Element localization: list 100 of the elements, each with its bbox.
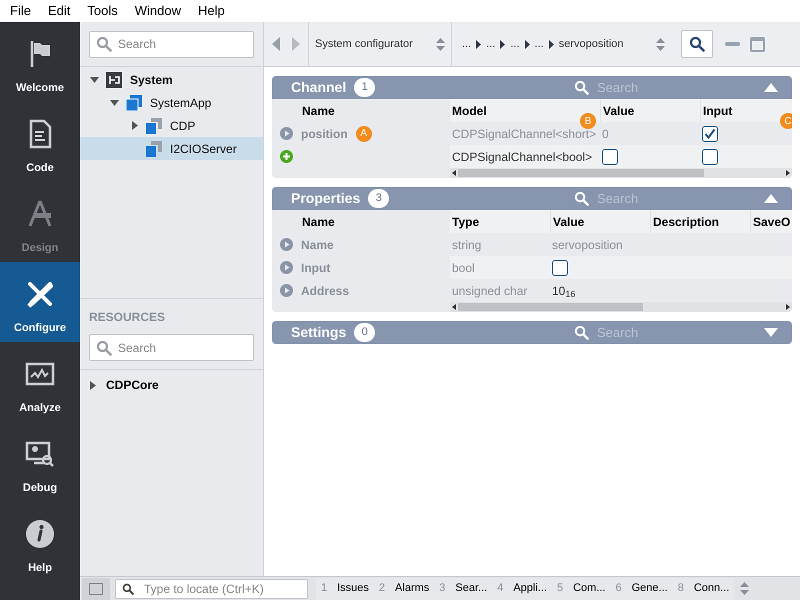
locate-field[interactable]: Type to locate (Ctrl+K) bbox=[115, 578, 308, 598]
menu-item[interactable]: Tools bbox=[87, 1, 118, 21]
back-arrow-icon[interactable] bbox=[272, 37, 280, 51]
sidebar-item[interactable]: Code bbox=[0, 102, 80, 182]
output-tab[interactable]: 5 Com... bbox=[552, 578, 610, 600]
output-tab[interactable]: 2 Alarms bbox=[374, 578, 434, 600]
expand-arrow-icon[interactable] bbox=[764, 328, 778, 337]
sidebar-item[interactable]: Help bbox=[0, 502, 80, 582]
row-name: position bbox=[301, 126, 348, 142]
tree-item[interactable]: CDP bbox=[80, 114, 263, 137]
panel-toggle-icon[interactable] bbox=[82, 578, 110, 600]
checkbox[interactable] bbox=[702, 148, 718, 164]
annotation-badge: A bbox=[356, 126, 372, 142]
breadcrumb-item[interactable]: servoposition bbox=[558, 36, 624, 52]
breadcrumb-separator-icon bbox=[476, 40, 482, 48]
expand-caret-icon[interactable] bbox=[90, 75, 98, 84]
menu-item[interactable]: Help bbox=[198, 1, 225, 21]
cell-text: unsigned char bbox=[452, 282, 528, 300]
component-icon bbox=[146, 140, 162, 156]
scroll-right-arrow-icon[interactable] bbox=[784, 303, 792, 311]
output-tab[interactable]: 6 Gene... bbox=[610, 578, 673, 600]
up-down-arrows-icon[interactable] bbox=[436, 38, 445, 50]
menu-item[interactable]: Window bbox=[134, 1, 181, 21]
forward-arrow-icon[interactable] bbox=[292, 37, 300, 51]
count-badge: 0 bbox=[354, 323, 376, 342]
search-field[interactable]: Search bbox=[89, 30, 254, 58]
search-icon bbox=[689, 36, 705, 52]
tree-item-label: SystemApp bbox=[150, 94, 212, 112]
breadcrumb-item[interactable]: ... bbox=[486, 36, 496, 52]
tree-item[interactable]: System bbox=[80, 68, 263, 91]
collapse-arrow-icon[interactable] bbox=[764, 194, 778, 203]
search-button[interactable] bbox=[681, 30, 713, 58]
maximize-icon[interactable] bbox=[750, 36, 765, 52]
app-icon bbox=[126, 94, 142, 110]
column-header[interactable]: Value bbox=[550, 210, 650, 233]
annotation-badge: B bbox=[580, 113, 596, 129]
expand-caret-icon[interactable] bbox=[110, 98, 118, 107]
scroll-right-arrow-icon[interactable] bbox=[784, 169, 792, 177]
tree-item[interactable]: SystemApp bbox=[80, 91, 263, 114]
play-icon[interactable] bbox=[280, 127, 293, 140]
column-header[interactable]: Type bbox=[450, 210, 550, 233]
breadcrumb-separator-icon bbox=[500, 40, 506, 48]
tree-item-label: System bbox=[130, 72, 173, 88]
row-name: Address bbox=[301, 282, 350, 300]
column-header[interactable]: Name bbox=[272, 210, 450, 233]
add-icon[interactable] bbox=[280, 150, 293, 163]
horizontal-scrollbar[interactable] bbox=[450, 168, 792, 178]
cell-text: 0 bbox=[602, 126, 609, 142]
sidebar-item[interactable]: Welcome bbox=[0, 22, 80, 102]
panel-title: Properties bbox=[291, 189, 360, 208]
sidebar-item[interactable]: Debug bbox=[0, 422, 80, 502]
output-tab[interactable]: 4 Appli... bbox=[492, 578, 552, 600]
cell-text: CDPSignalChannel<bool> bbox=[452, 148, 592, 166]
tree-item-label: CDPCore bbox=[106, 377, 159, 394]
search-icon bbox=[122, 582, 134, 594]
sidebar-item[interactable]: Analyze bbox=[0, 342, 80, 422]
view-selector[interactable]: System configurator bbox=[315, 36, 413, 52]
column-header[interactable]: Name bbox=[272, 99, 450, 122]
breadcrumb-separator-icon bbox=[524, 40, 530, 48]
output-tab[interactable]: 1 Issues bbox=[316, 578, 374, 600]
output-tab[interactable]: 8 Conn... bbox=[672, 578, 734, 600]
annotation-badge: C bbox=[780, 113, 792, 129]
tree-item[interactable]: I2CIOServer bbox=[80, 137, 263, 160]
system-icon bbox=[106, 72, 122, 88]
expand-caret-icon[interactable] bbox=[130, 121, 138, 130]
search-field[interactable]: Search bbox=[89, 334, 254, 361]
collapse-arrow-icon[interactable] bbox=[764, 83, 778, 92]
scroll-left-arrow-icon[interactable] bbox=[450, 303, 458, 311]
tree-item-label: I2CIOServer bbox=[170, 140, 237, 158]
play-icon[interactable] bbox=[280, 238, 293, 251]
search-icon bbox=[574, 191, 589, 206]
search-icon bbox=[574, 325, 589, 340]
column-header[interactable]: Description bbox=[650, 210, 750, 233]
play-icon[interactable] bbox=[280, 284, 293, 297]
panel-title: Channel bbox=[291, 78, 346, 97]
checkbox[interactable] bbox=[602, 148, 618, 164]
sidebar-item[interactable]: Configure bbox=[0, 262, 80, 342]
search-icon bbox=[96, 36, 112, 52]
up-down-arrows-icon[interactable] bbox=[740, 582, 750, 595]
breadcrumb-separator-icon bbox=[548, 40, 554, 48]
menu-item[interactable]: Edit bbox=[48, 1, 70, 21]
minimize-icon[interactable] bbox=[725, 42, 740, 46]
breadcrumb-item[interactable]: ... bbox=[462, 36, 472, 52]
breadcrumb-item[interactable]: ... bbox=[510, 36, 520, 52]
output-tab[interactable]: 3 Sear... bbox=[434, 578, 492, 600]
search-icon bbox=[574, 80, 589, 95]
column-header[interactable]: Value bbox=[600, 99, 700, 122]
column-header[interactable]: SaveO bbox=[750, 210, 792, 233]
expand-caret-icon[interactable] bbox=[88, 380, 96, 390]
checkbox[interactable] bbox=[552, 260, 568, 276]
up-down-arrows-icon[interactable] bbox=[656, 38, 665, 50]
breadcrumb-item[interactable]: ... bbox=[534, 36, 544, 52]
panel-title: Settings bbox=[291, 323, 346, 342]
play-icon[interactable] bbox=[280, 261, 293, 274]
tree-item[interactable]: CDPCore bbox=[80, 374, 263, 396]
scroll-left-arrow-icon[interactable] bbox=[450, 169, 458, 177]
menu-item[interactable]: File bbox=[10, 1, 31, 21]
cell-text: servoposition bbox=[552, 236, 623, 254]
horizontal-scrollbar[interactable] bbox=[450, 302, 792, 312]
checkbox[interactable] bbox=[702, 126, 718, 142]
